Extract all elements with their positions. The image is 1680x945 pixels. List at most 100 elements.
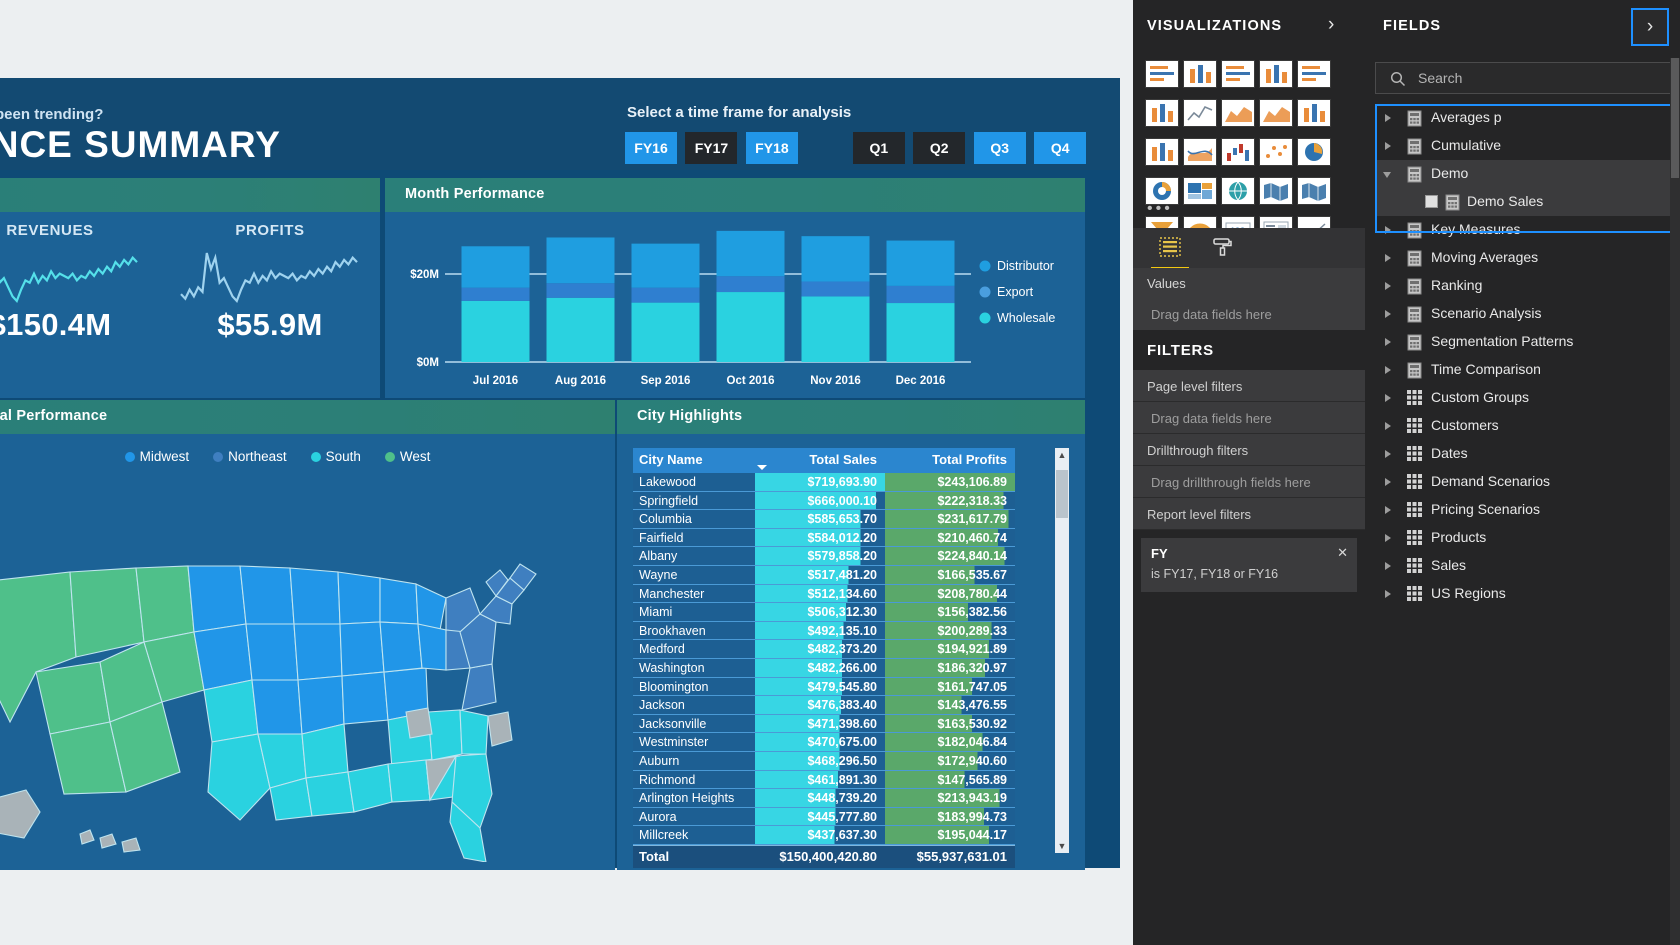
map-region[interactable] — [406, 708, 432, 738]
pie-chart-icon[interactable] — [1297, 138, 1331, 166]
table-row[interactable]: Auburn$468,296.50$172,940.60 — [633, 752, 1015, 771]
search-input[interactable]: Search — [1375, 62, 1671, 94]
map-region[interactable] — [342, 672, 388, 724]
field-item-time-comparison[interactable]: Time Comparison — [1375, 356, 1675, 384]
map-region[interactable] — [188, 566, 246, 632]
table-row[interactable]: Westminster$470,675.00$182,046.84 — [633, 733, 1015, 752]
map-region[interactable] — [348, 764, 392, 812]
table-row[interactable]: Fairfield$584,012.20$210,460.74 — [633, 529, 1015, 548]
field-item-scenario-analysis[interactable]: Scenario Analysis — [1375, 300, 1675, 328]
drillthrough-filters-dropzone[interactable]: Drag drillthrough fields here — [1133, 466, 1365, 498]
map-region[interactable] — [70, 568, 144, 657]
map-region[interactable] — [418, 624, 446, 670]
map-region[interactable] — [338, 572, 380, 624]
map-region[interactable] — [388, 760, 430, 802]
chevron-right-icon[interactable] — [1385, 450, 1391, 458]
table-row[interactable]: Miami$506,312.30$156,382.56 — [633, 603, 1015, 622]
tab-format[interactable] — [1195, 234, 1249, 268]
trends-panel[interactable]: ends REVENUES $150.4M PROFITS $55.9M — [0, 178, 380, 398]
table-row[interactable]: Millcreek$437,637.30$195,044.17 — [633, 826, 1015, 845]
hundred-percent-stacked-bar-icon[interactable] — [1297, 60, 1331, 88]
clustered-column-chart-icon[interactable] — [1259, 60, 1293, 88]
values-well-dropzone[interactable]: Drag data fields here — [1133, 298, 1365, 330]
map-region[interactable] — [80, 830, 94, 844]
map-region[interactable] — [460, 710, 488, 754]
city-highlights-panel[interactable]: City Highlights City Name Total Sales To… — [617, 400, 1085, 870]
stacked-bar-chart-icon[interactable] — [1145, 60, 1179, 88]
table-row[interactable]: Aurora$445,777.80$183,994.73 — [633, 808, 1015, 827]
scroll-down-icon[interactable]: ▼ — [1055, 839, 1069, 853]
filter-card-fy[interactable]: FY is FY17, FY18 or FY16 ✕ — [1141, 538, 1357, 592]
map-legend-item-south[interactable]: South — [311, 449, 361, 464]
field-item-sales[interactable]: Sales — [1375, 552, 1675, 580]
field-item-ranking[interactable]: Ranking — [1375, 272, 1675, 300]
map-region[interactable] — [302, 724, 348, 778]
map-region[interactable] — [136, 566, 194, 642]
line-stacked-column-icon[interactable] — [1297, 99, 1331, 127]
map-legend-item-west[interactable]: West — [385, 449, 431, 464]
field-item-moving-averages[interactable]: Moving Averages — [1375, 244, 1675, 272]
area-chart-icon[interactable] — [1221, 99, 1255, 127]
ribbon-chart-icon[interactable] — [1183, 138, 1217, 166]
table-row[interactable]: Jacksonville$471,398.60$163,530.92 — [633, 715, 1015, 734]
table-row[interactable]: Bloomington$479,545.80$161,747.05 — [633, 678, 1015, 697]
map-region[interactable] — [36, 662, 110, 734]
chevron-right-icon[interactable] — [1385, 310, 1391, 318]
table-row[interactable]: Wayne$517,481.20$166,535.67 — [633, 566, 1015, 585]
map-region[interactable] — [428, 710, 462, 760]
slicer-q4[interactable]: Q4 — [1034, 132, 1086, 164]
stacked-area-chart-icon[interactable] — [1259, 99, 1293, 127]
table-row[interactable]: Lakewood$719,693.90$243,106.89 — [633, 473, 1015, 492]
chevron-right-icon[interactable] — [1385, 506, 1391, 514]
chevron-right-icon[interactable] — [1385, 562, 1391, 570]
slicer-fy17[interactable]: FY17 — [685, 132, 737, 164]
chevron-right-icon[interactable] — [1385, 338, 1391, 346]
close-icon[interactable]: ✕ — [1337, 545, 1348, 561]
chevron-right-icon[interactable] — [1385, 282, 1391, 290]
map-region[interactable] — [488, 712, 512, 746]
expand-pane-button[interactable]: › — [1631, 8, 1669, 46]
map-region[interactable] — [194, 624, 252, 690]
scatter-chart-icon[interactable] — [1259, 138, 1293, 166]
map-region[interactable] — [380, 622, 422, 672]
map-region[interactable] — [122, 838, 140, 852]
map-region[interactable] — [100, 834, 116, 848]
table-row[interactable]: Medford$482,373.20$194,921.89 — [633, 640, 1015, 659]
field-item-demand-scenarios[interactable]: Demand Scenarios — [1375, 468, 1675, 496]
table-row[interactable]: Springfield$666,000.10$222,318.33 — [633, 492, 1015, 511]
field-item-dates[interactable]: Dates — [1375, 440, 1675, 468]
map-region[interactable] — [240, 566, 294, 624]
table-row[interactable]: Washington$482,266.00$186,320.97 — [633, 659, 1015, 678]
table-row[interactable]: Columbia$585,653.70$231,617.79 — [633, 510, 1015, 529]
field-item-custom-groups[interactable]: Custom Groups — [1375, 384, 1675, 412]
kpi-revenues[interactable]: REVENUES $150.4M — [0, 212, 160, 343]
more-visuals-icon[interactable]: ••• — [1147, 200, 1173, 218]
col-total-profits[interactable]: Total Profits — [885, 448, 1015, 473]
waterfall-chart-icon[interactable] — [1221, 138, 1255, 166]
table-row[interactable]: Jackson$476,383.40$143,476.55 — [633, 696, 1015, 715]
treemap-icon[interactable] — [1183, 177, 1217, 205]
field-item-us-regions[interactable]: US Regions — [1375, 580, 1675, 608]
map-region[interactable] — [462, 664, 496, 710]
chevron-right-icon[interactable]: › — [1328, 14, 1334, 36]
map-region[interactable] — [252, 680, 302, 734]
chevron-right-icon[interactable] — [1385, 394, 1391, 402]
table-row[interactable]: Brookhaven$492,135.10$200,289.33 — [633, 622, 1015, 641]
chevron-right-icon[interactable] — [1385, 254, 1391, 262]
tab-fields[interactable] — [1143, 234, 1197, 268]
kpi-profits[interactable]: PROFITS $55.9M — [160, 212, 380, 343]
map-region[interactable] — [246, 624, 298, 680]
table-scrollbar[interactable]: ▲ ▼ — [1055, 448, 1069, 853]
slicer-fy16[interactable]: FY16 — [625, 132, 677, 164]
stacked-column-chart-icon[interactable] — [1183, 60, 1217, 88]
map-region[interactable] — [380, 578, 418, 624]
map-icon[interactable] — [1221, 177, 1255, 205]
filled-map-icon[interactable] — [1259, 177, 1293, 205]
col-city-name[interactable]: City Name — [633, 448, 755, 473]
scroll-up-icon[interactable]: ▲ — [1055, 448, 1069, 462]
chevron-right-icon[interactable] — [1385, 534, 1391, 542]
chevron-right-icon[interactable] — [1385, 422, 1391, 430]
table-scroll-thumb[interactable] — [1056, 470, 1068, 518]
field-item-customers[interactable]: Customers — [1375, 412, 1675, 440]
map-region[interactable] — [416, 584, 446, 630]
